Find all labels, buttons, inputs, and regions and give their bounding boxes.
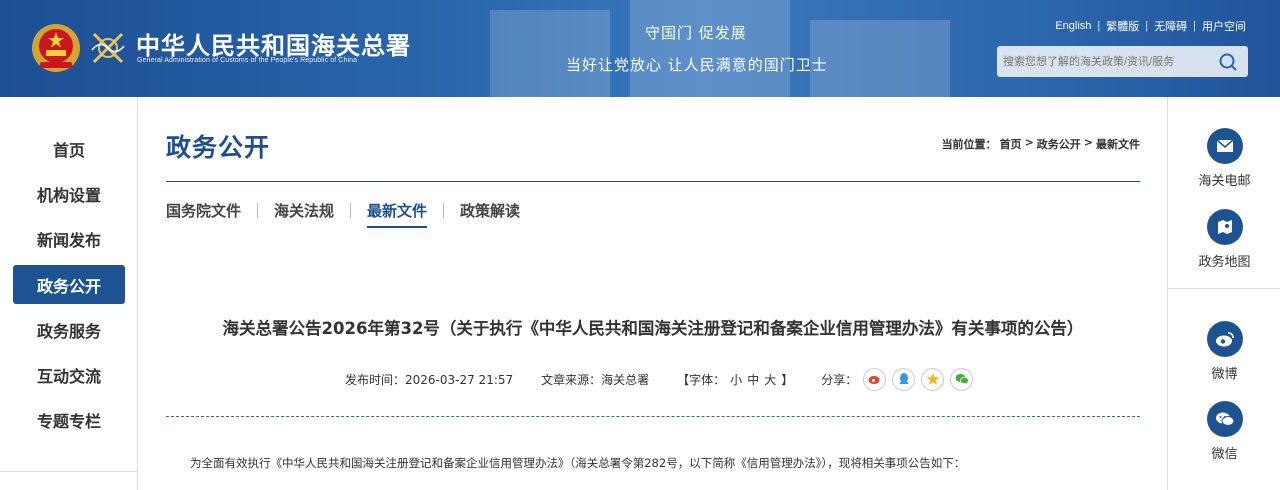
breadcrumb-government-affairs[interactable]: 政务公开: [1037, 136, 1081, 152]
font-label-open: 【字体：: [677, 372, 726, 387]
font-small-button[interactable]: 小: [730, 371, 742, 388]
breadcrumb: 当前位置： 首页 > 政务公开 > 最新文件: [942, 136, 1140, 152]
breadcrumb-latest-documents[interactable]: 最新文件: [1096, 136, 1140, 152]
building-background-image: [490, 0, 950, 97]
search-icon[interactable]: [1218, 52, 1238, 72]
qzone-share-icon[interactable]: [921, 367, 945, 391]
font-large-button[interactable]: 大: [764, 371, 776, 388]
link-separator: |: [1097, 20, 1101, 32]
quicklink-wechat[interactable]: 微信: [1168, 401, 1280, 462]
weibo-share-icon[interactable]: [863, 367, 887, 391]
active-tab-indicator: [367, 225, 428, 228]
quicklink-wechat-label: 微信: [1211, 447, 1238, 462]
mail-icon: [1206, 128, 1243, 164]
map-icon: [1206, 209, 1243, 245]
tab-customs-regulations[interactable]: 海关法规: [258, 200, 350, 221]
left-navigation: 首页 机构设置 新闻发布 政务公开 政务服务 互动交流 专题专栏: [0, 97, 138, 490]
search-box: [997, 46, 1248, 77]
publish-time: 发布时间：2026-03-27 21:57: [345, 372, 514, 387]
quicklink-map-label: 政务地图: [1198, 255, 1251, 270]
nav-item-government-affairs[interactable]: 政务公开: [13, 265, 125, 304]
nav-item-services[interactable]: 政务服务: [13, 310, 125, 349]
quicklinks-divider: [1168, 288, 1280, 289]
tab-policy-interpretation[interactable]: 政策解读: [444, 200, 536, 221]
font-label-close: 】: [781, 372, 794, 387]
site-header: 中华人民共和国海关总署 General Administration of Cu…: [0, 0, 1280, 97]
tab-bar: 国务院文件 海关法规 最新文件 政策解读: [166, 198, 536, 228]
quicklink-weibo[interactable]: 微博: [1168, 321, 1280, 382]
wechat-icon: [1206, 401, 1243, 437]
quicklink-weibo-label: 微博: [1211, 367, 1238, 382]
tab-label: 政策解读: [460, 201, 521, 220]
user-space-link[interactable]: 用户空间: [1202, 18, 1246, 34]
customs-logo-icon: [91, 32, 125, 64]
quicklink-email[interactable]: 海关电邮: [1168, 128, 1280, 189]
slogan-line-1: 守国门 促发展: [645, 24, 747, 42]
slogan-line-2: 当好让党放心 让人民满意的国门卫士: [566, 56, 828, 74]
link-separator: |: [1193, 20, 1196, 32]
quicklink-email-label: 海关电邮: [1198, 174, 1251, 189]
breadcrumb-separator: >: [1024, 136, 1034, 149]
tab-latest-documents[interactable]: 最新文件: [351, 200, 443, 228]
nav-item-special-topics[interactable]: 专题专栏: [13, 400, 125, 439]
site-title[interactable]: 中华人民共和国海关总署: [136, 26, 411, 61]
nav-item-news[interactable]: 新闻发布: [13, 219, 125, 258]
share-label: 分享：: [821, 372, 858, 387]
share-buttons: [863, 367, 974, 391]
wechat-share-icon[interactable]: [950, 367, 974, 391]
font-medium-button[interactable]: 中: [747, 371, 759, 388]
section-title: 政务公开: [166, 133, 271, 162]
national-emblem-icon: [32, 24, 80, 72]
accessibility-link[interactable]: 无障碍: [1154, 18, 1187, 34]
font-size-controls: 【字体： 小 中 大 】: [677, 371, 793, 388]
section-divider: [166, 181, 1140, 182]
nav-item-interaction[interactable]: 互动交流: [13, 355, 125, 394]
link-separator: |: [1145, 20, 1149, 32]
meta-divider: [166, 416, 1140, 417]
tab-label: 国务院文件: [166, 201, 242, 220]
breadcrumb-separator: >: [1083, 136, 1093, 149]
nav-item-organization[interactable]: 机构设置: [13, 174, 125, 213]
breadcrumb-label: 当前位置：: [941, 138, 997, 151]
qq-share-icon[interactable]: [892, 367, 916, 391]
article-lead-paragraph: 为全面有效执行《中华人民共和国海关注册登记和备案企业信用管理办法》（海关总署令第…: [190, 456, 966, 470]
article-source: 文章来源：海关总署: [541, 372, 650, 387]
tab-label: 海关法规: [274, 201, 335, 220]
tab-state-council-documents[interactable]: 国务院文件: [166, 200, 257, 221]
breadcrumb-home[interactable]: 首页: [1000, 136, 1022, 152]
tab-label: 最新文件: [367, 201, 428, 220]
nav-item-home[interactable]: 首页: [13, 129, 125, 168]
traditional-chinese-link[interactable]: 繁體版: [1106, 18, 1139, 34]
site-subtitle: General Administration of Customs of the…: [137, 57, 358, 64]
quicklink-map[interactable]: 政务地图: [1168, 209, 1280, 270]
nav-divider: [0, 471, 138, 472]
article-title: 海关总署公告2026年第32号（关于执行《中华人民共和国海关注册登记和备案企业信…: [222, 319, 1084, 338]
right-quicklinks: 海关电邮 政务地图 微博 微信: [1167, 97, 1280, 490]
weibo-icon: [1206, 321, 1243, 357]
top-links: English | 繁體版 | 无障碍 | 用户空间: [1055, 18, 1246, 34]
article-meta: 发布时间：2026-03-27 21:57 文章来源：海关总署 【字体： 小 中…: [345, 367, 974, 391]
search-input[interactable]: [997, 46, 1212, 77]
english-link[interactable]: English: [1055, 20, 1091, 32]
